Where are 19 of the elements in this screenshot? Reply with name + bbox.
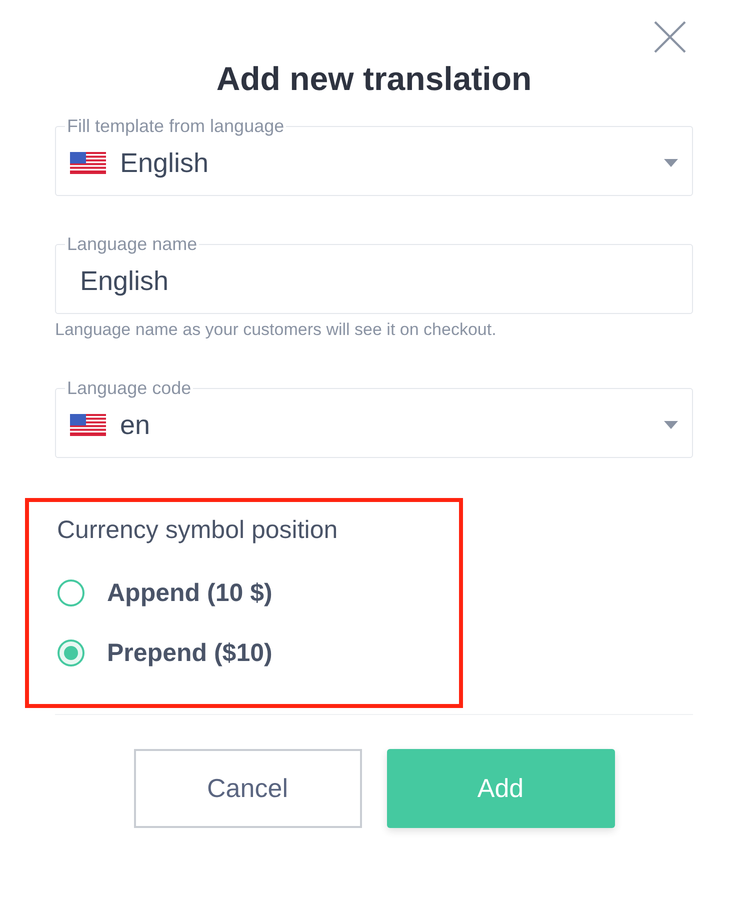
helper-text: Language name as your customers will see it on checkout.: [55, 320, 498, 340]
field-label: Language code: [66, 378, 192, 399]
caret-icon: [664, 159, 678, 167]
select-value: English: [120, 148, 210, 178]
field-label: Language name: [66, 234, 198, 255]
select-field[interactable]: Language code en: [55, 378, 693, 458]
close-icon[interactable]: [653, 20, 687, 54]
section-label: Currency symbol position: [57, 516, 339, 545]
radio-button[interactable]: [57, 639, 85, 667]
input-value: English: [79, 266, 170, 296]
radio-label[interactable]: Append (10 $): [107, 578, 272, 608]
radio-label[interactable]: Prepend ($10): [107, 638, 272, 668]
select-value: en: [120, 410, 152, 440]
dialog-title: Add new translation: [215, 60, 533, 98]
caret-icon: [664, 421, 678, 429]
field-label: Fill template from language: [66, 116, 286, 137]
select-field[interactable]: Fill template from language English: [55, 116, 693, 196]
radio-button[interactable]: [57, 579, 85, 607]
cancel-button[interactable]: Cancel: [134, 749, 362, 828]
